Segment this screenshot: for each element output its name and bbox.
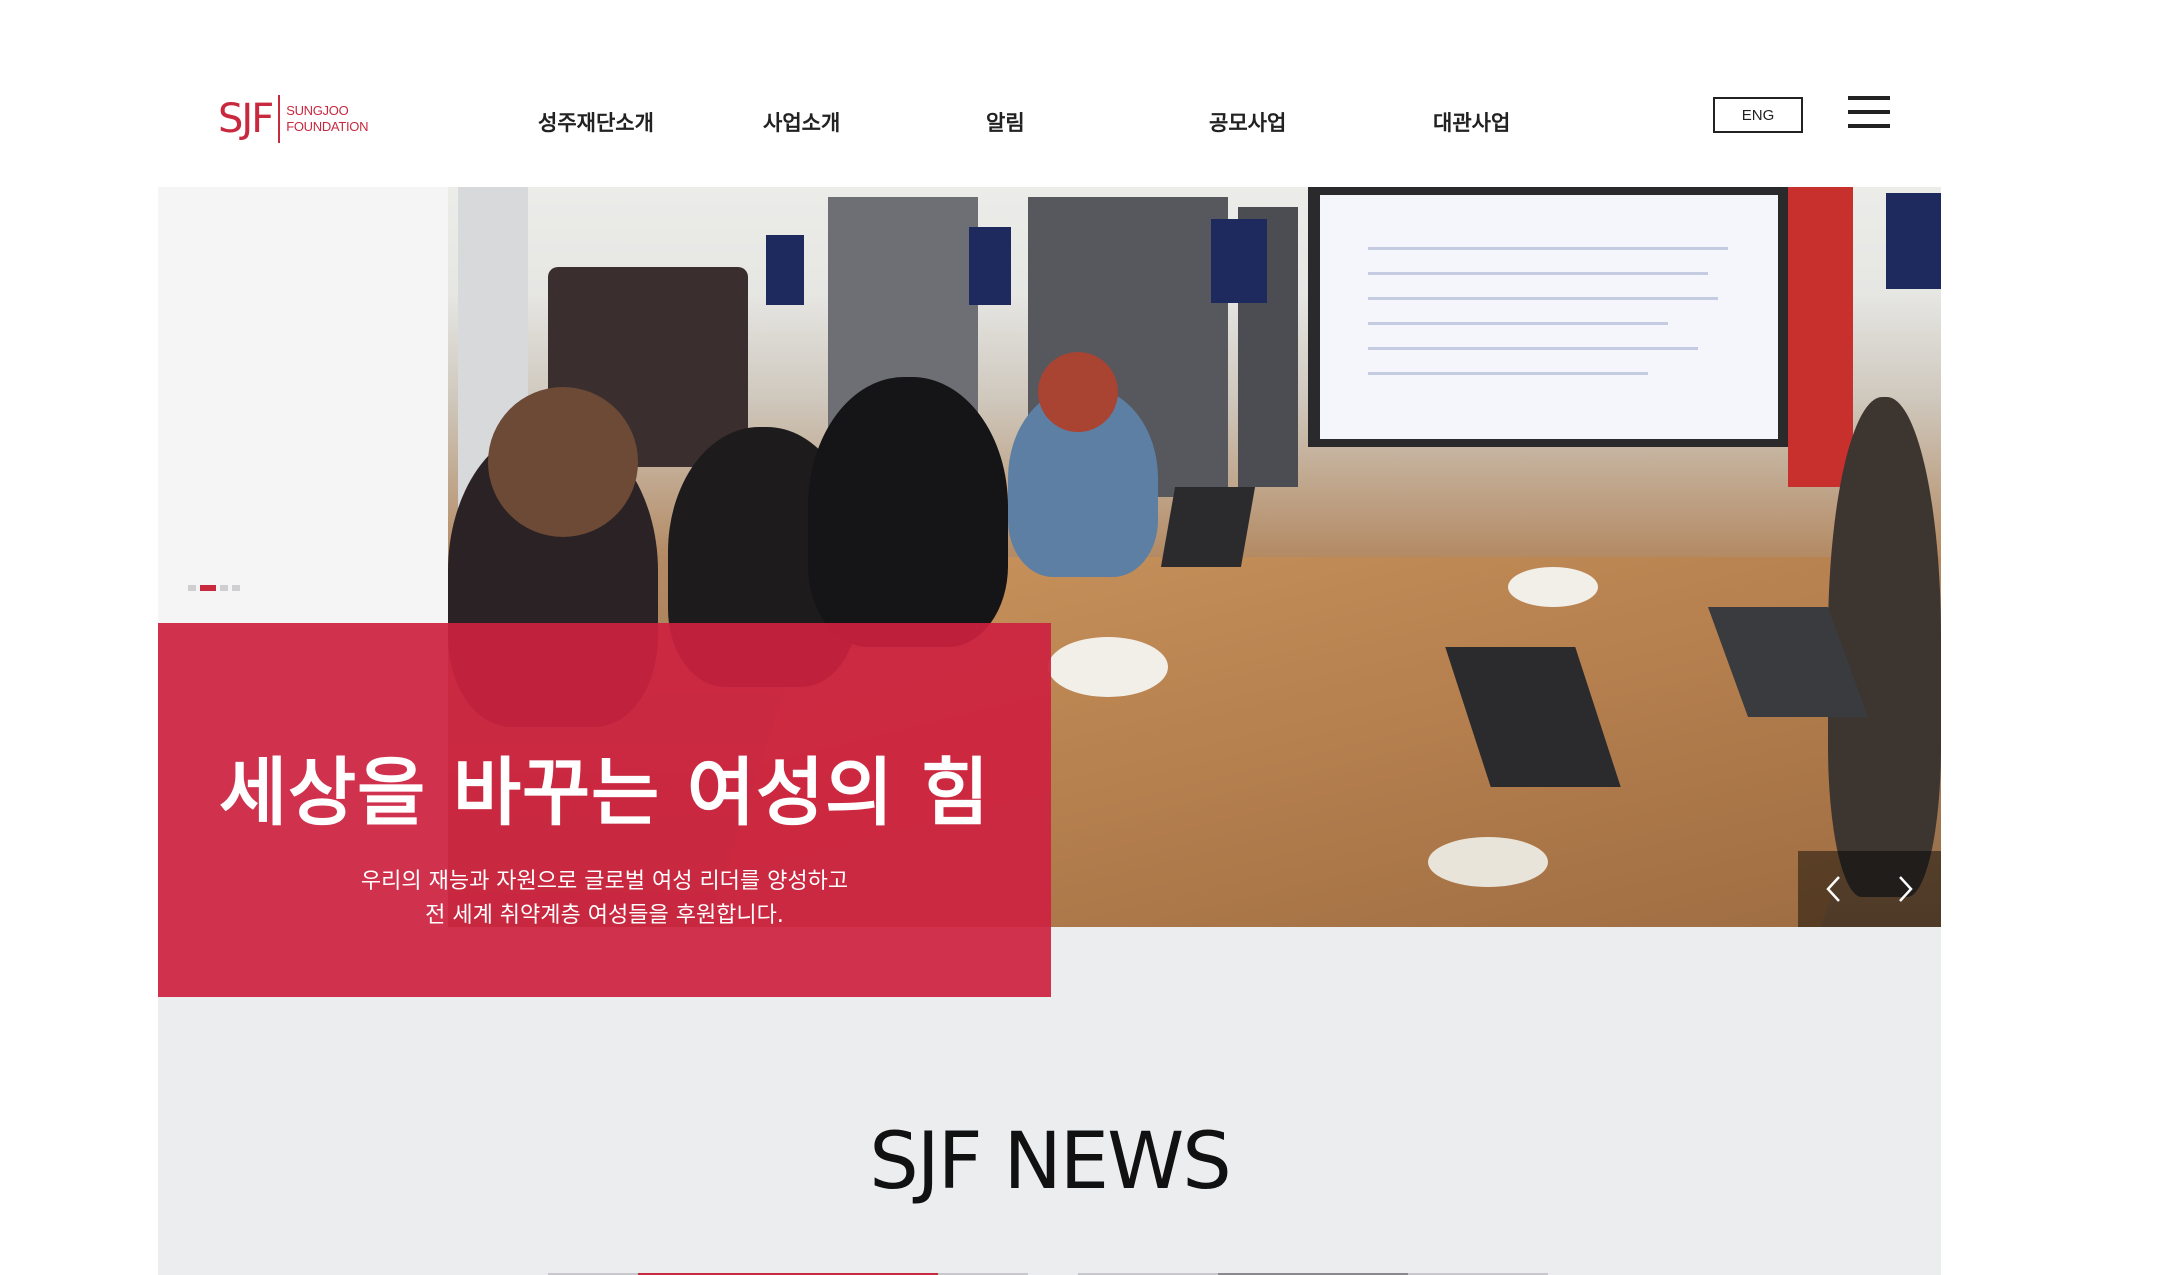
slide-pagination <box>188 585 240 591</box>
slide-dot-2[interactable] <box>200 585 216 591</box>
logo-line-1: SUNGJOO <box>286 103 349 118</box>
red-pillar <box>1788 187 1853 487</box>
hero-subtitle-line-1: 우리의 재능과 자원으로 글로벌 여성 리더를 양성하고 <box>360 869 849 894</box>
logo-divider <box>278 95 281 143</box>
hero-subtitle: 우리의 재능과 자원으로 글로벌 여성 리더를 양성하고 전 세계 취약계층 여… <box>158 865 1051 933</box>
hamburger-menu-icon[interactable] <box>1848 96 1890 130</box>
site-container: SJF SUNGJOO FOUNDATION 성주재단소개 사업소개 알림 공모… <box>158 47 1941 1275</box>
nav-item-about[interactable]: 성주재단소개 <box>538 107 654 137</box>
nav-item-notice[interactable]: 알림 <box>986 107 1025 137</box>
tv-screen <box>1320 195 1778 439</box>
slide-dot-1[interactable] <box>188 585 196 591</box>
hero-caption: 세상을 바꾸는 여성의 힘 우리의 재능과 자원으로 글로벌 여성 리더를 양성… <box>158 623 1051 997</box>
hero-subtitle-line-2: 전 세계 취약계층 여성들을 후원합니다. <box>425 903 784 928</box>
language-button[interactable]: ENG <box>1713 97 1803 133</box>
logo-line-2: FOUNDATION <box>286 119 369 134</box>
carousel-controls <box>1798 851 1941 927</box>
hero-title: 세상을 바꾸는 여성의 힘 <box>218 750 991 836</box>
nav-item-rental[interactable]: 대관사업 <box>1433 107 1510 137</box>
logo-mark: SJF <box>218 96 274 142</box>
slide-dot-3[interactable] <box>220 585 228 591</box>
chevron-left-icon[interactable] <box>1798 851 1869 927</box>
nav-item-contest[interactable]: 공모사업 <box>1209 107 1286 137</box>
slide-dot-4[interactable] <box>232 585 240 591</box>
sjf-logo[interactable]: SJF SUNGJOO FOUNDATION <box>218 95 368 143</box>
news-section-title: SJF NEWS <box>869 1117 1231 1207</box>
site-header: SJF SUNGJOO FOUNDATION 성주재단소개 사업소개 알림 공모… <box>158 47 1941 187</box>
logo-text: SUNGJOO FOUNDATION <box>286 103 368 135</box>
chevron-right-icon[interactable] <box>1869 851 1940 927</box>
nav-item-business[interactable]: 사업소개 <box>763 107 840 137</box>
